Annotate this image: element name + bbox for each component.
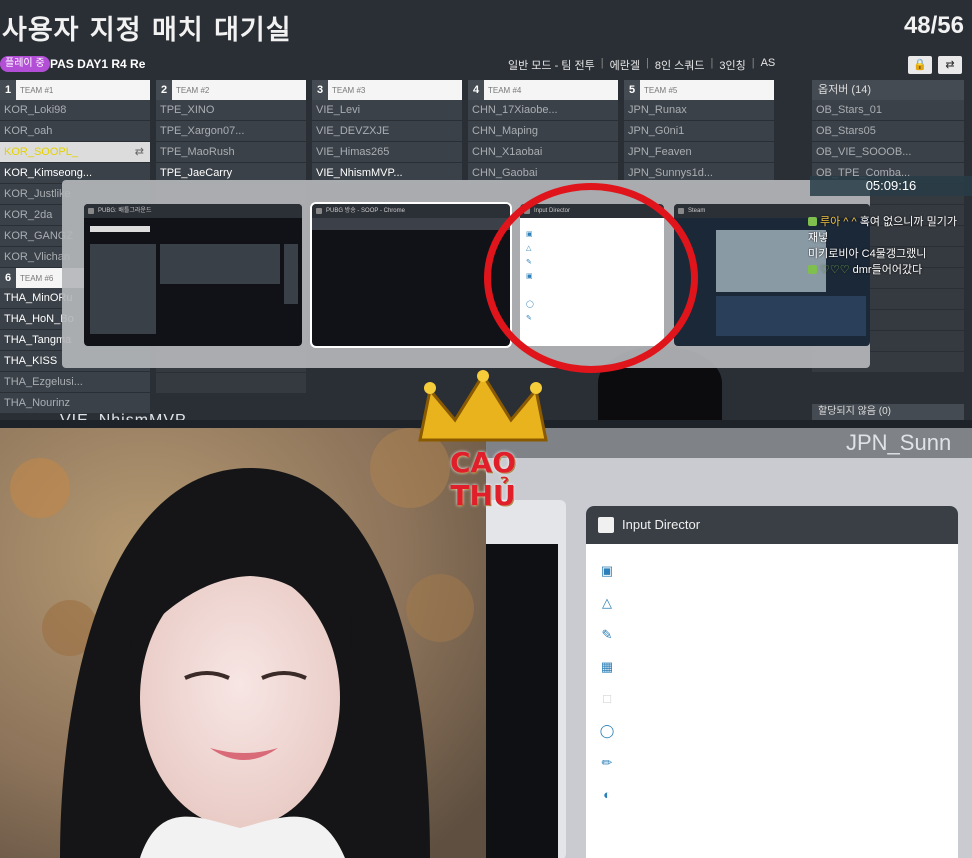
network-icon[interactable]: △: [598, 594, 616, 612]
observer-slot[interactable]: OB_VIE_SOOOB...: [812, 142, 964, 163]
swap-icon[interactable]: ⇄: [135, 142, 144, 162]
watermark-text: CAO THỦ: [449, 446, 517, 512]
player-slot[interactable]: CHN_X1aobai: [468, 142, 618, 163]
input-director-titlebar: Input Director: [586, 506, 958, 544]
chat-user-icon: [808, 265, 817, 274]
team-label: TEAM #6: [20, 273, 54, 283]
team-label: TEAM #1: [20, 85, 54, 95]
screen-icon[interactable]: ▦: [598, 658, 616, 676]
team-number: 1: [0, 80, 16, 100]
player-slot[interactable]: VIE_Himas265: [312, 142, 462, 163]
team-label: TEAM #4: [488, 85, 522, 95]
window-title: PUBG 방송 - SOOP - Chrome: [312, 204, 510, 218]
observer-header: 옵저버 (14): [812, 80, 964, 100]
stream-timer: 05:09:16: [810, 176, 972, 196]
team-number: 2: [156, 80, 172, 100]
pen-icon[interactable]: ✎: [598, 626, 616, 644]
chat-user-icon: [808, 217, 817, 226]
mode-squad: 8인 스쿼드: [654, 60, 705, 72]
team-column-3: 3 TEAM #3 VIE_Levi VIE_DEVZXJE VIE_Himas…: [312, 80, 462, 184]
red-circle-annotation: [484, 183, 698, 373]
globe-icon[interactable]: ◐: [598, 786, 616, 804]
team-label: TEAM #5: [644, 85, 678, 95]
observer-slot[interactable]: OB_Stars05: [812, 121, 964, 142]
shuffle-icon[interactable]: ⇄: [938, 56, 962, 74]
player-slot[interactable]: CHN_Maping: [468, 121, 618, 142]
player-slot[interactable]: JPN_G0ni1: [624, 121, 774, 142]
player-slot[interactable]: VIE_DEVZXJE: [312, 121, 462, 142]
blank-icon[interactable]: □: [598, 690, 616, 708]
player-slot[interactable]: JPN_Feaven: [624, 142, 774, 163]
zoom-player-name: JPN_Sunn: [486, 428, 972, 458]
team-header: 3 TEAM #3: [312, 80, 462, 100]
player-slot[interactable]: TPE_MaoRush: [156, 142, 306, 163]
tool-sidebar: ▣ △ ✎ ▦ □ ◯ ✏ ◐: [598, 562, 624, 818]
unassigned-header: 할당되지 않음 (0): [812, 404, 964, 420]
slot-count: 48/56: [903, 12, 964, 39]
monitor-icon[interactable]: ▣: [598, 562, 616, 580]
streamer-photo: [0, 428, 486, 858]
chat-line: 재넣: [808, 232, 829, 244]
team-header: 1 TEAM #1: [0, 80, 150, 100]
match-name: PAS DAY1 R4 Re: [50, 57, 146, 71]
team-number: 6: [0, 268, 16, 288]
team-header: 5 TEAM #5: [624, 80, 774, 100]
observer-slot[interactable]: OB_Stars_01: [812, 100, 964, 121]
window-title: PUBG: 배틀그라운드: [84, 204, 302, 218]
webcam-feed: [0, 428, 486, 858]
mode-info: 일반 모드 - 팀 전투 | 에란겔 | 8인 스쿼드 | 3인칭 | AS: [508, 57, 776, 72]
zoomed-view: JPN_Sunn Input Director ▣ △ ✎ ▦ □ ◯ ✏ ◐: [486, 428, 972, 858]
player-slot-highlighted[interactable]: KOR_SOOPL_ ⇄: [0, 142, 150, 163]
match-info-bar: 플레이 중 PAS DAY1 R4 Re 일반 모드 - 팀 전투 | 에란겔 …: [0, 54, 972, 76]
team-number: 4: [468, 80, 484, 100]
task-switcher: PUBG: 배틀그라운드 PUBG 방송 - SOOP - Chrome Inp…: [62, 180, 870, 368]
player-slot[interactable]: TPE_XINO: [156, 100, 306, 121]
team-label: TEAM #2: [176, 85, 210, 95]
team-header: 2 TEAM #2: [156, 80, 306, 100]
lock-icon[interactable]: 🔒: [908, 56, 932, 74]
player-slot[interactable]: CHN_17Xiaobe...: [468, 100, 618, 121]
empty-slot[interactable]: [156, 373, 306, 394]
edit-icon[interactable]: ✏: [598, 754, 616, 772]
player-slot[interactable]: TPE_Xargon07...: [156, 121, 306, 142]
app-icon: [598, 517, 614, 533]
player-slot[interactable]: VIE_Levi: [312, 100, 462, 121]
crown-icon: [418, 370, 548, 442]
mode-type: 일반 모드 - 팀 전투: [508, 60, 595, 72]
overlay-player-name: VIE_NhismMVP: [60, 412, 187, 420]
player-slot[interactable]: THA_Nourinz: [0, 393, 150, 414]
player-name: KOR_SOOPL_: [4, 146, 78, 158]
player-slot[interactable]: KOR_oah: [0, 121, 150, 142]
chat-line: 루아 ^ ^ 혹여 없으니까 밀기가: [808, 214, 972, 230]
zoom-chrome-window: [486, 500, 566, 858]
player-slot[interactable]: KOR_Loki98: [0, 100, 150, 121]
window-thumbnail-chrome[interactable]: PUBG 방송 - SOOP - Chrome: [310, 202, 512, 348]
input-director-window[interactable]: Input Director ▣ △ ✎ ▦ □ ◯ ✏ ◐: [586, 506, 958, 858]
chat-overlay: 루아 ^ ^ 혹여 없으니까 밀기가 재넣 미키로비아 C4물갱그랬니 ♡♡♡ …: [808, 214, 972, 278]
team-header: 4 TEAM #4: [468, 80, 618, 100]
team-number: 5: [624, 80, 640, 100]
live-badge: 플레이 중: [0, 56, 50, 72]
chat-line: 미키로비아 C4물갱그랬니: [808, 248, 927, 260]
mode-perspective: 3인칭: [719, 60, 746, 72]
lobby-screen: 사용자 지정 매치 대기실 48/56 플레이 중 PAS DAY1 R4 Re…: [0, 0, 972, 420]
cao-thu-watermark: CAO THỦ: [410, 370, 556, 512]
mode-map: 에란겔: [609, 60, 640, 72]
team-column-4: 4 TEAM #4 CHN_17Xiaobe... CHN_Maping CHN…: [468, 80, 618, 184]
team-number: 3: [312, 80, 328, 100]
page-title: 사용자 지정 매치 대기실: [2, 15, 292, 46]
mode-server: AS: [760, 57, 776, 69]
window-title: Input Director: [622, 517, 701, 532]
team-label: TEAM #3: [332, 85, 366, 95]
window-thumbnail-pubg[interactable]: PUBG: 배틀그라운드: [84, 204, 302, 346]
team-column-5: 5 TEAM #5 JPN_Runax JPN_G0ni1 JPN_Feaven…: [624, 80, 774, 184]
player-slot[interactable]: THA_Ezgelusi...: [0, 372, 150, 393]
shield-icon[interactable]: ◯: [598, 722, 616, 740]
chat-line: ♡♡♡ dmr들어어갔다: [808, 262, 972, 278]
player-slot[interactable]: JPN_Runax: [624, 100, 774, 121]
